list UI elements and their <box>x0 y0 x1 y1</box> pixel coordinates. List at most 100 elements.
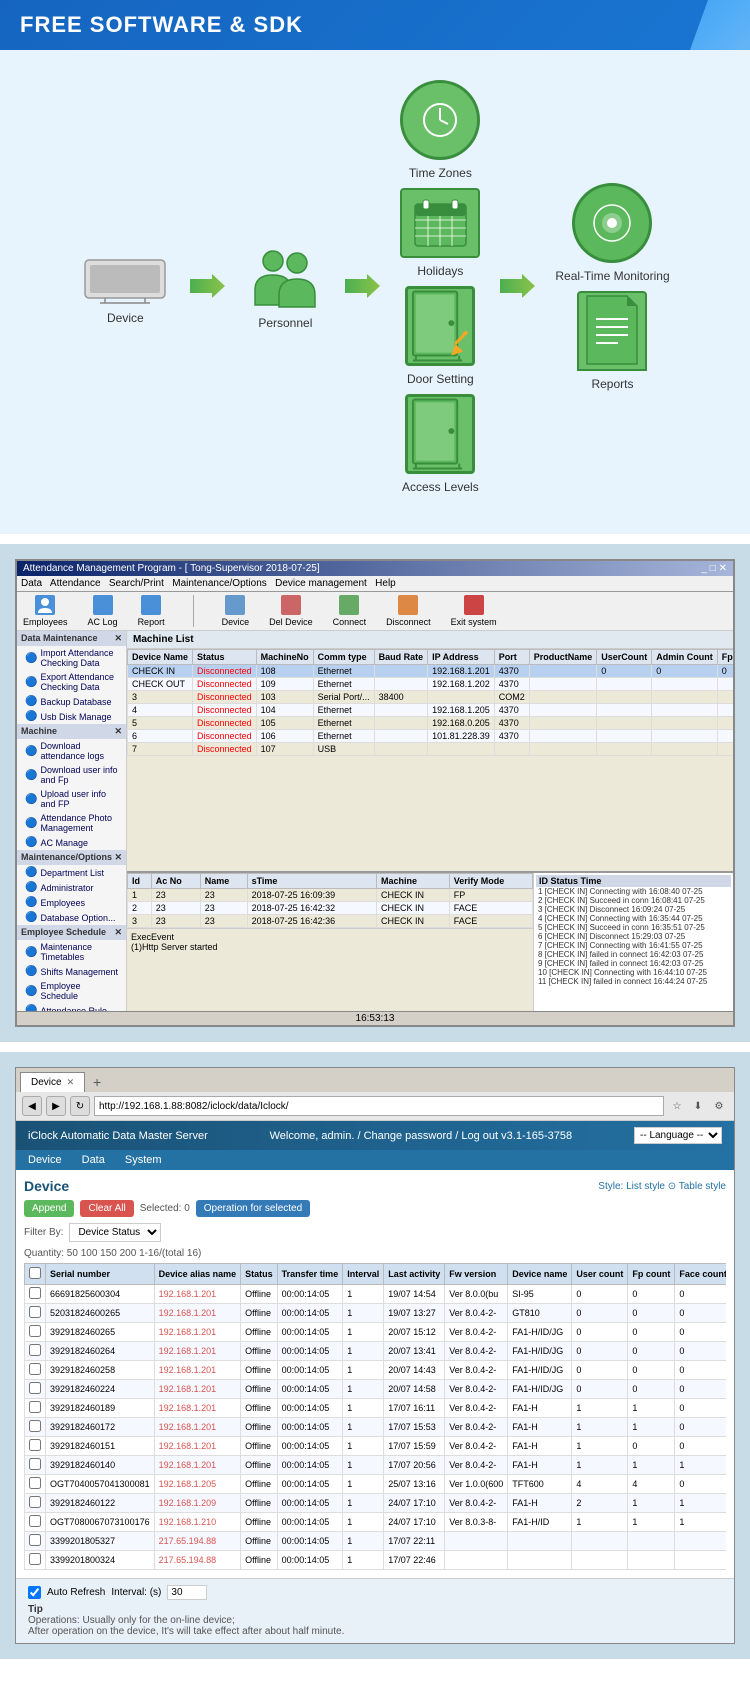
table-row[interactable]: 3Disconnected103Serial Port/...38400COM2 <box>128 691 734 704</box>
append-button[interactable]: Append <box>24 1200 74 1217</box>
btn-disconnect[interactable]: Disconnect <box>386 595 431 627</box>
menu-search[interactable]: Search/Print <box>109 578 164 589</box>
operation-button[interactable]: Operation for selected <box>196 1200 310 1217</box>
table-row[interactable]: OGT7080067073100176192.168.1.210Offline0… <box>25 1513 727 1532</box>
auto-refresh-checkbox[interactable] <box>28 1586 41 1599</box>
device-checkbox[interactable] <box>29 1401 41 1413</box>
device-checkbox[interactable] <box>29 1287 41 1299</box>
refresh-button[interactable]: ↻ <box>70 1096 90 1116</box>
device-checkbox[interactable] <box>29 1420 41 1432</box>
sidebar-item-upload-user[interactable]: 🔵Upload user info and FP <box>17 787 126 811</box>
menu-maintenance[interactable]: Maintenance/Options <box>172 578 267 589</box>
forward-button[interactable]: ▶ <box>46 1096 66 1116</box>
table-row[interactable]: 323232018-07-25 16:42:36CHECK INFACE <box>128 915 533 928</box>
tab-report[interactable]: Report <box>138 595 165 627</box>
table-row[interactable]: 3929182460151192.168.1.201Offline00:00:1… <box>25 1437 727 1456</box>
table-row[interactable]: CHECK INDisconnected108Ethernet192.168.1… <box>128 665 734 678</box>
device-checkbox[interactable] <box>29 1458 41 1470</box>
tab-employees[interactable]: Employees <box>23 595 68 627</box>
sidebar-section-data-maintenance[interactable]: Data Maintenance✕ <box>17 631 126 646</box>
sidebar-item-db-option[interactable]: 🔵Database Option... <box>17 910 126 925</box>
sidebar-item-download-logs[interactable]: 🔵Download attendance logs <box>17 739 126 763</box>
sidebar-section-machine[interactable]: Machine✕ <box>17 724 126 739</box>
table-row[interactable]: 4Disconnected104Ethernet192.168.1.205437… <box>128 704 734 717</box>
sidebar-item-ac[interactable]: 🔵AC Manage <box>17 835 126 850</box>
device-checkbox[interactable] <box>29 1534 41 1546</box>
sidebar-item-timetable[interactable]: 🔵Maintenance Timetables <box>17 940 126 964</box>
download-icon[interactable]: ⬇ <box>689 1097 707 1115</box>
btn-connect[interactable]: Connect <box>333 595 367 627</box>
table-row[interactable]: 52031824600265192.168.1.201Offline00:00:… <box>25 1304 727 1323</box>
sidebar-section-schedule[interactable]: Employee Schedule✕ <box>17 925 126 940</box>
sidebar-item-shifts[interactable]: 🔵Shifts Management <box>17 964 126 979</box>
nav-system[interactable]: System <box>125 1154 162 1166</box>
btn-del-device[interactable]: Del Device <box>269 595 313 627</box>
device-checkbox[interactable] <box>29 1325 41 1337</box>
sidebar-item-dept[interactable]: 🔵Department List <box>17 865 126 880</box>
table-row[interactable]: 3929182460224192.168.1.201Offline00:00:1… <box>25 1380 727 1399</box>
bookmark-icon[interactable]: ☆ <box>668 1097 686 1115</box>
table-row[interactable]: OGT7040057041300081192.168.1.205Offline0… <box>25 1475 727 1494</box>
table-row[interactable]: 6Disconnected106Ethernet101.81.228.39437… <box>128 730 734 743</box>
btn-device[interactable]: Device <box>222 595 250 627</box>
table-row[interactable]: 3929182460140192.168.1.201Offline00:00:1… <box>25 1456 727 1475</box>
nav-device[interactable]: Device <box>28 1154 62 1166</box>
device-checkbox[interactable] <box>29 1363 41 1375</box>
settings-icon[interactable]: ⚙ <box>710 1097 728 1115</box>
device-cb-cell <box>25 1323 46 1342</box>
sidebar-item-export[interactable]: 🔵Export Attendance Checking Data <box>17 670 126 694</box>
window-menu[interactable]: Data Attendance Search/Print Maintenance… <box>17 576 733 592</box>
menu-data[interactable]: Data <box>21 578 42 589</box>
sidebar-item-emp-schedule[interactable]: 🔵Employee Schedule <box>17 979 126 1003</box>
select-all-checkbox[interactable] <box>29 1267 41 1279</box>
browser-tab-device[interactable]: Device ✕ <box>20 1072 85 1092</box>
device-checkbox[interactable] <box>29 1515 41 1527</box>
table-row[interactable]: 3929182460258192.168.1.201Offline00:00:1… <box>25 1361 727 1380</box>
new-tab-button[interactable]: + <box>87 1072 107 1092</box>
sidebar-section-maintenance[interactable]: Maintenance/Options✕ <box>17 850 126 865</box>
tab-close-icon[interactable]: ✕ <box>67 1077 75 1088</box>
table-row[interactable]: 3399201805327217.65.194.88Offline00:00:1… <box>25 1532 727 1551</box>
device-checkbox[interactable] <box>29 1344 41 1356</box>
list-style-btn[interactable]: List style <box>626 1181 665 1192</box>
device-checkbox[interactable] <box>29 1382 41 1394</box>
table-row[interactable]: 3929182460264192.168.1.201Offline00:00:1… <box>25 1342 727 1361</box>
sidebar-item-admin[interactable]: 🔵Administrator <box>17 880 126 895</box>
table-row[interactable]: CHECK OUTDisconnected109Ethernet192.168.… <box>128 678 734 691</box>
sidebar-item-backup[interactable]: 🔵Backup Database <box>17 694 126 709</box>
nav-data[interactable]: Data <box>82 1154 105 1166</box>
language-select[interactable]: -- Language -- <box>634 1127 722 1144</box>
refresh-interval-input[interactable] <box>167 1585 207 1600</box>
clear-all-button[interactable]: Clear All <box>80 1200 133 1217</box>
table-style-btn[interactable]: Table style <box>679 1181 726 1192</box>
menu-device[interactable]: Device management <box>275 578 367 589</box>
device-checkbox[interactable] <box>29 1496 41 1508</box>
filter-select[interactable]: Device Status <box>69 1223 161 1242</box>
sidebar-item-employees[interactable]: 🔵Employees <box>17 895 126 910</box>
table-row[interactable]: 66691825600304192.168.1.201Offline00:00:… <box>25 1285 727 1304</box>
table-row[interactable]: 3929182460122192.168.1.209Offline00:00:1… <box>25 1494 727 1513</box>
menu-help[interactable]: Help <box>375 578 396 589</box>
table-row[interactable]: 7Disconnected107USB3204 <box>128 743 734 756</box>
device-checkbox[interactable] <box>29 1306 41 1318</box>
btn-exit[interactable]: Exit system <box>451 595 497 627</box>
tab-aclog[interactable]: AC Log <box>88 595 118 627</box>
sidebar-item-usb[interactable]: 🔵Usb Disk Manage <box>17 709 126 724</box>
table-row[interactable]: 123232018-07-25 16:09:39CHECK INFP <box>128 889 533 902</box>
sidebar-item-download-user[interactable]: 🔵Download user info and Fp <box>17 763 126 787</box>
table-row[interactable]: 5Disconnected105Ethernet192.168.0.205437… <box>128 717 734 730</box>
device-checkbox[interactable] <box>29 1477 41 1489</box>
address-bar[interactable] <box>94 1096 664 1116</box>
table-row[interactable]: 3399201800324217.65.194.88Offline00:00:1… <box>25 1551 727 1570</box>
table-row[interactable]: 3929182460265192.168.1.201Offline00:00:1… <box>25 1323 727 1342</box>
table-row[interactable]: 3929182460172192.168.1.201Offline00:00:1… <box>25 1418 727 1437</box>
back-button[interactable]: ◀ <box>22 1096 42 1116</box>
sidebar-item-import[interactable]: 🔵Import Attendance Checking Data <box>17 646 126 670</box>
table-row[interactable]: 223232018-07-25 16:42:32CHECK INFACE <box>128 902 533 915</box>
device-checkbox[interactable] <box>29 1553 41 1565</box>
sidebar-item-photo[interactable]: 🔵Attendance Photo Management <box>17 811 126 835</box>
device-checkbox[interactable] <box>29 1439 41 1451</box>
menu-attendance[interactable]: Attendance <box>50 578 101 589</box>
table-row[interactable]: 3929182460189192.168.1.201Offline00:00:1… <box>25 1399 727 1418</box>
sidebar-item-attendance-rule[interactable]: 🔵Attendance Rule <box>17 1003 126 1011</box>
